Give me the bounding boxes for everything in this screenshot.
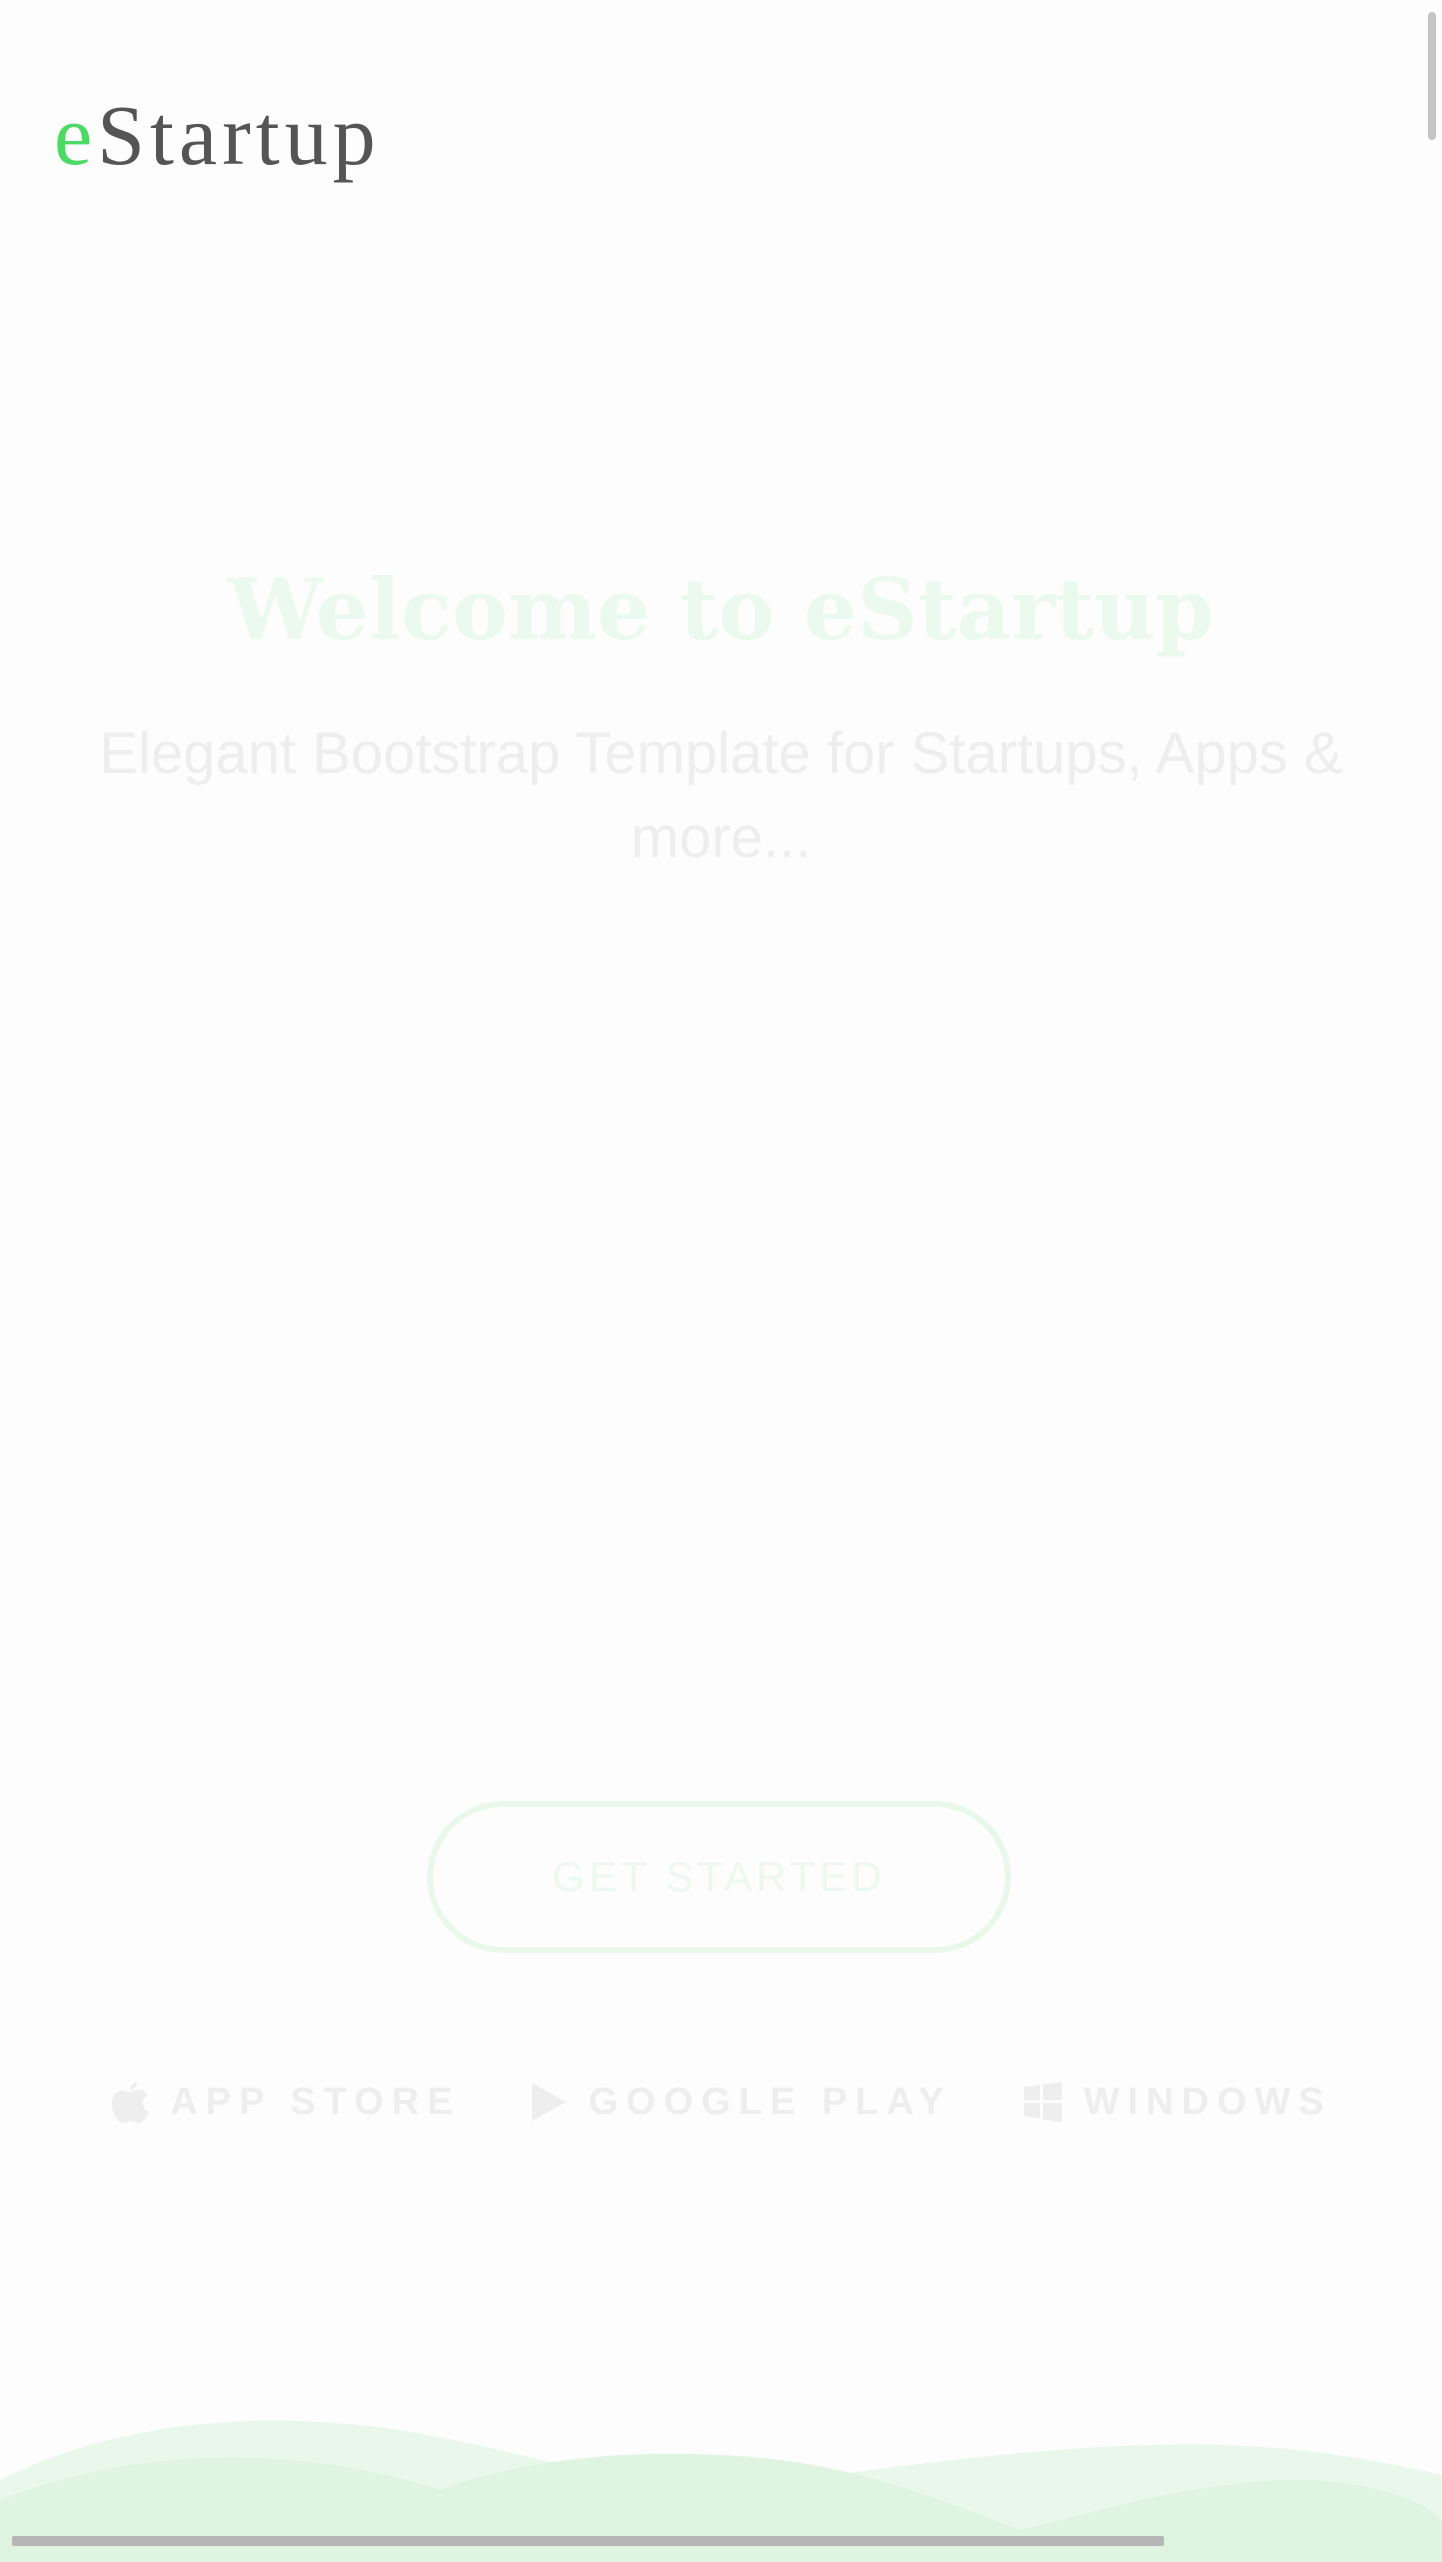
site-logo[interactable]: eStartup (54, 92, 381, 178)
hero-subtitle: Elegant Bootstrap Template for Startups,… (99, 721, 1343, 870)
page: eStartup Welcome to eStartup Elegant Boo… (0, 0, 1442, 2562)
logo-text: Startup (97, 87, 381, 183)
store-links: APP STORE GOOGLE PLAY WINDOWS (0, 2080, 1442, 2124)
windows-link[interactable]: WINDOWS (1022, 2080, 1332, 2124)
google-play-link[interactable]: GOOGLE PLAY (530, 2080, 951, 2124)
windows-icon (1022, 2081, 1064, 2123)
app-store-label: APP STORE (170, 2080, 461, 2123)
vertical-scrollbar[interactable] (1428, 12, 1436, 140)
play-icon (530, 2081, 568, 2123)
horizontal-scrollbar[interactable] (12, 2536, 1164, 2546)
windows-label: WINDOWS (1083, 2080, 1332, 2123)
app-store-link[interactable]: APP STORE (110, 2080, 460, 2124)
hero-title: Welcome to eStartup (228, 560, 1214, 659)
get-started-button[interactable]: GET STARTED (427, 1801, 1011, 1953)
logo-accent-letter: e (54, 87, 98, 183)
google-play-label: GOOGLE PLAY (588, 2080, 952, 2123)
apple-icon (110, 2080, 150, 2124)
